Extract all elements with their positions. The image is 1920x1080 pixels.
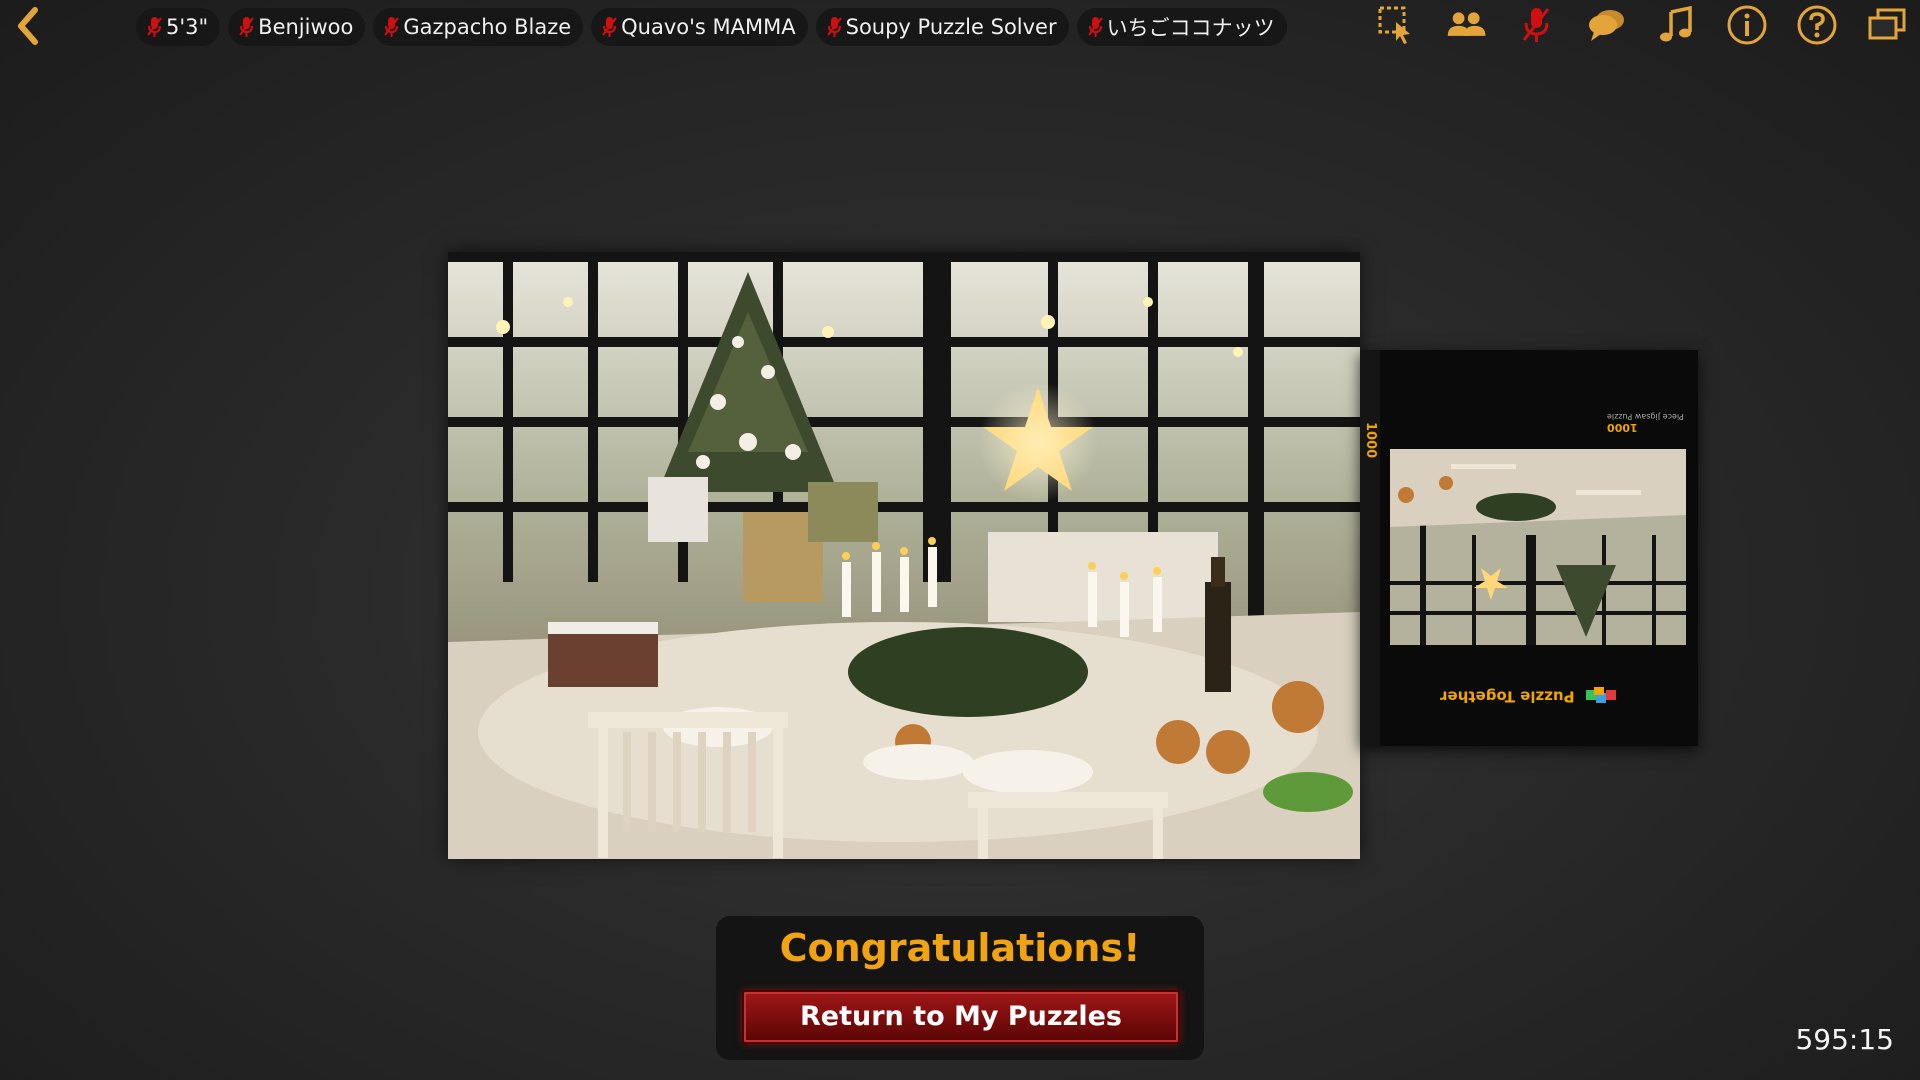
- mic-muted-icon: [602, 17, 617, 37]
- mic-muted-icon: [1087, 17, 1103, 37]
- player-chip[interactable]: Soupy Puzzle Solver: [815, 8, 1069, 46]
- mic-muted-icon: [147, 17, 162, 37]
- box-cover-image: [1390, 449, 1686, 645]
- select-area-button[interactable]: [1374, 2, 1420, 48]
- music-button[interactable]: [1654, 2, 1700, 48]
- help-button[interactable]: [1794, 2, 1840, 48]
- congratulations-title: Congratulations!: [779, 926, 1141, 970]
- player-name: Quavo's MAMMA: [621, 15, 796, 39]
- player-name: いちごココナッツ: [1106, 16, 1275, 40]
- mic-muted-icon: [1522, 8, 1550, 42]
- player-chip[interactable]: Gazpacho Blaze: [373, 8, 584, 46]
- mic-muted-icon: [239, 17, 254, 37]
- player-name: 5'3": [166, 15, 209, 39]
- box-piece-count: 1000: [1607, 421, 1638, 434]
- player-name: Benjiwoo: [258, 15, 354, 39]
- player-list: 5'3" Benjiwoo Gazpacho Blaze Quavo's MAM…: [136, 8, 1287, 46]
- toolbar: [1374, 2, 1910, 48]
- select-area-icon: [1378, 6, 1410, 44]
- voice-chat-button[interactable]: [1514, 2, 1560, 48]
- mic-muted-icon: [384, 17, 400, 37]
- chat-button[interactable]: [1584, 2, 1630, 48]
- players-icon: [1447, 12, 1486, 36]
- player-chip[interactable]: いちごココナッツ: [1076, 8, 1287, 46]
- player-chip[interactable]: Benjiwoo: [228, 8, 366, 46]
- windows-button[interactable]: [1864, 2, 1910, 48]
- box-side-piece-count: 1000: [1363, 422, 1378, 459]
- box-brand: Puzzle Together: [1360, 686, 1698, 706]
- info-icon: [1727, 5, 1767, 45]
- players-button[interactable]: [1444, 2, 1490, 48]
- player-name: Gazpacho Blaze: [403, 15, 572, 39]
- puzzle-pieces-logo-icon: [1575, 687, 1618, 706]
- completed-puzzle-image: [448, 252, 1360, 859]
- player-name: Soupy Puzzle Solver: [845, 15, 1057, 39]
- box-piece-text: Piece Jigsaw Puzzle: [1607, 412, 1684, 421]
- player-chip[interactable]: Quavo's MAMMA: [591, 8, 808, 46]
- chevron-left-icon: [18, 7, 38, 45]
- back-button[interactable]: [6, 4, 50, 48]
- elapsed-timer: 595:15: [1795, 1023, 1894, 1056]
- mic-muted-icon: [826, 17, 842, 37]
- help-icon: [1797, 5, 1837, 45]
- box-label: 1000 Piece Jigsaw Puzzle: [1607, 412, 1684, 434]
- windows-icon: [1868, 8, 1906, 40]
- completion-panel: Congratulations! Return to My Puzzles: [716, 916, 1204, 1060]
- music-icon: [1660, 5, 1692, 42]
- puzzle-box: 1000 1000 Piece Jigsaw Puzzle Puzzle Tog…: [1360, 350, 1698, 746]
- return-to-my-puzzles-button[interactable]: Return to My Puzzles: [742, 990, 1180, 1044]
- chat-icon: [1589, 10, 1624, 41]
- info-button[interactable]: [1724, 2, 1770, 48]
- player-chip[interactable]: 5'3": [136, 8, 221, 46]
- box-brand-name: Puzzle Together: [1440, 687, 1575, 706]
